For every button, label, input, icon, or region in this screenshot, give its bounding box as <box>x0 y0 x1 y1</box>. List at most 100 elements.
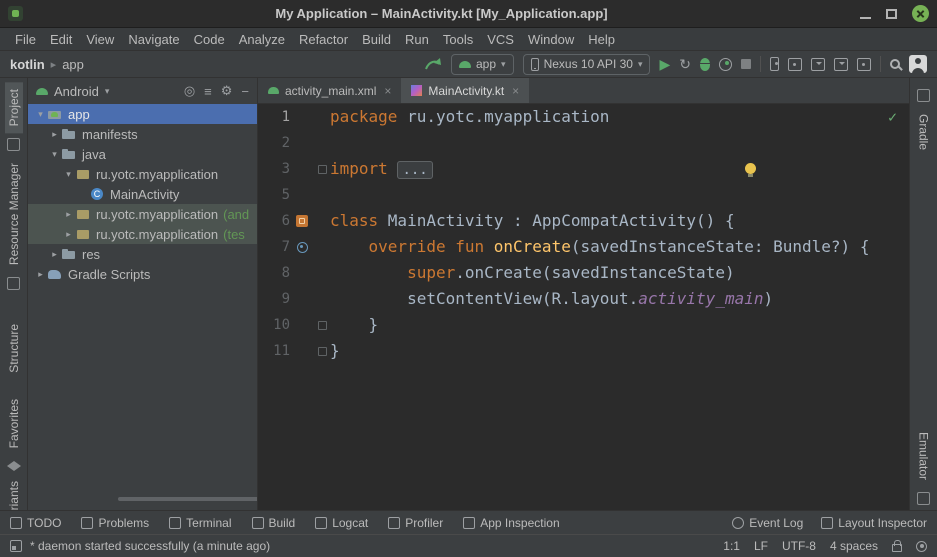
chevron-right-icon[interactable]: ▸ <box>62 229 75 240</box>
breadcrumb-root[interactable]: kotlin <box>10 57 45 72</box>
fold-marker-icon[interactable] <box>318 321 327 330</box>
highlighting-level-icon[interactable] <box>916 541 927 552</box>
run-button[interactable]: ▶ <box>659 57 670 71</box>
tool-tab-project[interactable]: Project <box>5 82 23 133</box>
menu-view[interactable]: View <box>79 32 121 47</box>
menu-tools[interactable]: Tools <box>436 32 480 47</box>
line-separator[interactable]: LF <box>754 539 768 553</box>
menu-refactor[interactable]: Refactor <box>292 32 355 47</box>
close-button[interactable] <box>912 5 929 22</box>
tool-window-button-todo[interactable]: TODO <box>10 516 61 530</box>
editor-tab-activity-main-xml[interactable]: activity_main.xml× <box>258 78 401 103</box>
close-tab-icon[interactable]: × <box>512 84 519 98</box>
menu-analyze[interactable]: Analyze <box>232 32 292 47</box>
tool-tab-resource-manager[interactable]: Resource Manager <box>5 156 23 272</box>
project-view-mode[interactable]: Android <box>54 84 99 99</box>
editor-tab-mainactivity-kt[interactable]: MainActivity.kt× <box>401 78 529 103</box>
code-line[interactable]: 11} <box>258 338 909 364</box>
code-line[interactable]: 1package ru.yotc.myapplication <box>258 104 909 130</box>
menu-code[interactable]: Code <box>187 32 232 47</box>
pin-icon[interactable] <box>7 277 20 290</box>
sync-gradle-icon[interactable] <box>788 58 802 71</box>
device-manager-icon[interactable] <box>770 57 779 71</box>
caret-position[interactable]: 1:1 <box>723 539 740 553</box>
restore-button[interactable] <box>886 9 897 19</box>
menu-edit[interactable]: Edit <box>43 32 79 47</box>
chevron-right-icon[interactable]: ▸ <box>48 129 61 140</box>
tool-tab-emulator[interactable]: Emulator <box>915 425 933 487</box>
build-project-icon[interactable] <box>424 56 442 72</box>
user-avatar[interactable] <box>909 55 927 73</box>
file-encoding[interactable]: UTF-8 <box>782 539 816 553</box>
horizontal-scrollbar[interactable] <box>118 497 258 501</box>
code-line[interactable]: 6class MainActivity : AppCompatActivity(… <box>258 208 909 234</box>
tree-item-ru-yotc-myapplication[interactable]: ▸ru.yotc.myapplication(and <box>28 204 257 224</box>
tree-item-ru-yotc-myapplication[interactable]: ▸ru.yotc.myapplication(tes <box>28 224 257 244</box>
code-editor[interactable]: 1package ru.yotc.myapplication23import .… <box>258 104 909 510</box>
tree-item-res[interactable]: ▸res <box>28 244 257 264</box>
debug-button[interactable] <box>700 58 710 71</box>
breadcrumb-app[interactable]: app <box>62 57 84 72</box>
code-line[interactable]: 7 override fun onCreate(savedInstanceSta… <box>258 234 909 260</box>
run-config-dropdown[interactable]: app ▾ <box>451 54 514 75</box>
tool-window-button-layout-inspector[interactable]: Layout Inspector <box>821 516 927 530</box>
close-tab-icon[interactable]: × <box>384 84 391 98</box>
locate-file-icon[interactable]: ◎ <box>184 83 195 99</box>
code-line[interactable]: 5 <box>258 182 909 208</box>
avd-manager-icon[interactable] <box>857 58 871 71</box>
tool-tab-variants[interactable]: Variants <box>5 474 23 510</box>
tool-window-button-build[interactable]: Build <box>252 516 296 530</box>
tree-item-manifests[interactable]: ▸manifests <box>28 124 257 144</box>
emulator-icon[interactable] <box>917 492 930 505</box>
chevron-down-icon[interactable]: ▾ <box>62 169 75 180</box>
code-line[interactable]: 8 super.onCreate(savedInstanceState) <box>258 260 909 286</box>
menu-navigate[interactable]: Navigate <box>121 32 186 47</box>
tree-item-app[interactable]: ▾app <box>28 104 257 124</box>
collapse-all-icon[interactable]: ≡ <box>204 84 212 99</box>
tool-tab-favorites[interactable]: Favorites <box>5 392 23 455</box>
fold-marker-icon[interactable] <box>318 165 327 174</box>
tree-item-ru-yotc-myapplication[interactable]: ▾ru.yotc.myapplication <box>28 164 257 184</box>
settings-gear-icon[interactable]: ⚙ <box>221 83 233 99</box>
indent-setting[interactable]: 4 spaces <box>830 539 878 553</box>
lock-icon[interactable] <box>892 544 902 552</box>
gradle-icon[interactable] <box>917 89 930 102</box>
fold-marker-icon[interactable] <box>318 347 327 356</box>
bookmarks-icon[interactable] <box>7 138 20 151</box>
chevron-down-icon[interactable]: ▾ <box>48 149 61 160</box>
status-message[interactable]: * daemon started successfully (a minute … <box>30 539 270 553</box>
chevron-down-icon[interactable]: ▾ <box>34 109 47 120</box>
menu-vcs[interactable]: VCS <box>480 32 521 47</box>
menu-file[interactable]: File <box>8 32 43 47</box>
tool-window-button-event-log[interactable]: Event Log <box>732 516 803 530</box>
menu-run[interactable]: Run <box>398 32 436 47</box>
menu-help[interactable]: Help <box>581 32 622 47</box>
code-line[interactable]: 10 } <box>258 312 909 338</box>
code-line[interactable]: 2 <box>258 130 909 156</box>
tree-item-java[interactable]: ▾java <box>28 144 257 164</box>
inspections-ok-icon[interactable]: ✓ <box>888 108 897 126</box>
tool-window-button-profiler[interactable]: Profiler <box>388 516 443 530</box>
code-line[interactable]: 9 setContentView(R.layout.activity_main) <box>258 286 909 312</box>
apply-changes-icon[interactable]: ↻ <box>679 57 691 71</box>
override-gutter-icon[interactable] <box>297 242 308 253</box>
menu-build[interactable]: Build <box>355 32 398 47</box>
chevron-right-icon[interactable]: ▸ <box>48 249 61 260</box>
tree-item-mainactivity[interactable]: MainActivity <box>28 184 257 204</box>
layout-inspector-icon[interactable] <box>811 58 825 71</box>
code-line[interactable]: 3import ... <box>258 156 909 182</box>
tree-item-gradle-scripts[interactable]: ▸Gradle Scripts <box>28 264 257 284</box>
minimize-button[interactable] <box>860 17 871 19</box>
tool-window-button-terminal[interactable]: Terminal <box>169 516 231 530</box>
search-everywhere-icon[interactable] <box>890 59 900 69</box>
tool-window-button-logcat[interactable]: Logcat <box>315 516 368 530</box>
hide-panel-icon[interactable]: − <box>241 84 249 99</box>
stop-button[interactable] <box>741 59 751 69</box>
tool-window-button-app-inspection[interactable]: App Inspection <box>463 516 559 530</box>
device-dropdown[interactable]: Nexus 10 API 30 ▾ <box>523 54 651 75</box>
tool-tab-gradle[interactable]: Gradle <box>915 107 933 157</box>
profile-button[interactable] <box>719 58 732 71</box>
chevron-right-icon[interactable]: ▸ <box>34 269 47 280</box>
chevron-right-icon[interactable]: ▸ <box>62 209 75 220</box>
menu-window[interactable]: Window <box>521 32 581 47</box>
